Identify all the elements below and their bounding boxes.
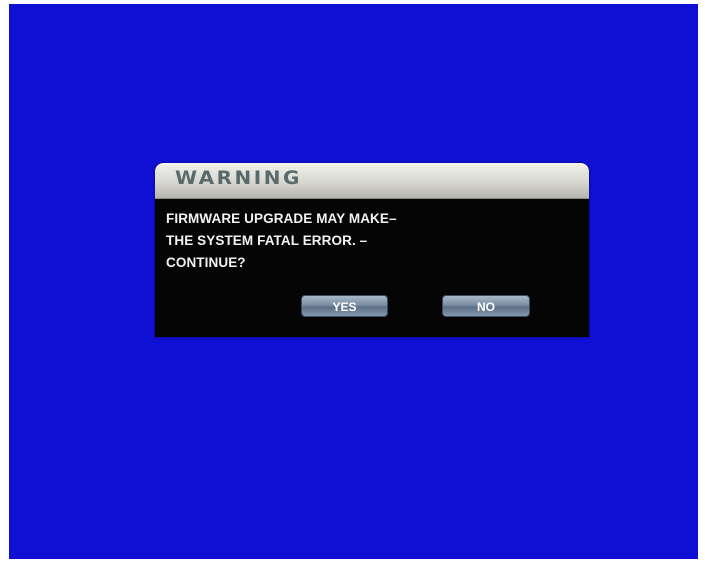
dialog-titlebar: WARNING [155,163,589,199]
yes-button[interactable]: YES [301,295,388,317]
message-line-3: CONTINUE? [166,255,246,270]
no-button[interactable]: NO [442,295,530,317]
message-line-2: THE SYSTEM FATAL ERROR. – [166,233,368,248]
message-line-1: FIRMWARE UPGRADE MAY MAKE– [166,211,397,226]
tv-screen-background: WARNING FIRMWARE UPGRADE MAY MAKE– THE S… [9,4,698,559]
dialog-title: WARNING [175,166,302,189]
warning-dialog: WARNING FIRMWARE UPGRADE MAY MAKE– THE S… [155,163,589,337]
dialog-message: FIRMWARE UPGRADE MAY MAKE– THE SYSTEM FA… [166,208,397,274]
